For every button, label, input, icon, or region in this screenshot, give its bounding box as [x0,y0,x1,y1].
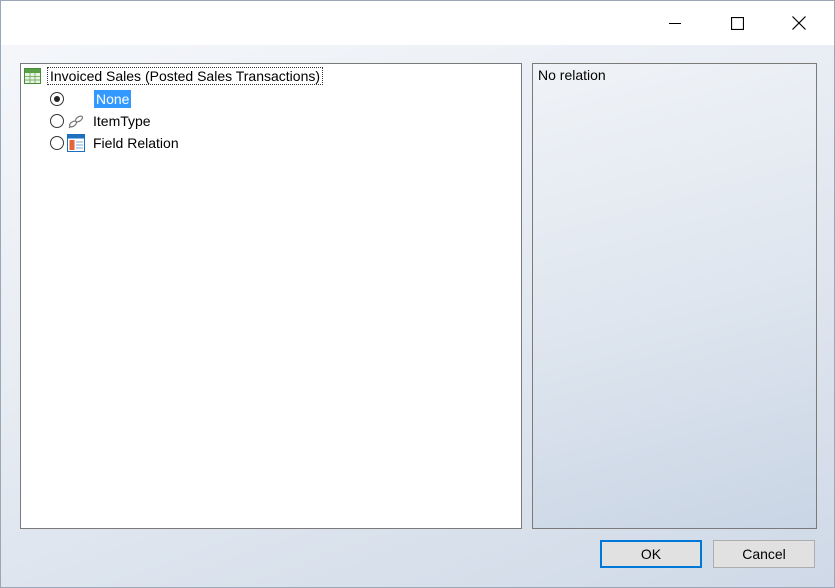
tree-item-itemtype[interactable]: ItemType [50,111,153,131]
link-icon [68,115,84,129]
relation-info-text: No relation [538,67,606,83]
tree-root-node[interactable]: Invoiced Sales (Posted Sales Transaction… [21,67,324,85]
table-icon [24,68,41,84]
radio-field-relation[interactable] [50,136,64,150]
cancel-button[interactable]: Cancel [713,540,815,568]
tree-item-field-relation[interactable]: Field Relation [50,133,181,153]
tree-item-label: None [94,90,132,108]
maximize-icon [730,16,744,30]
tree-item-none[interactable]: None [50,89,132,109]
tree-item-label: ItemType [93,113,151,129]
tree-root-label: Invoiced Sales (Posted Sales Transaction… [47,67,324,85]
field-relation-icon [67,134,85,152]
minimize-icon [669,23,681,24]
radio-none[interactable] [50,92,64,106]
radio-itemtype[interactable] [50,114,64,128]
tree-item-label: Field Relation [93,135,179,151]
relation-info-panel: No relation [532,63,817,529]
ok-button[interactable]: OK [600,540,702,568]
relation-tree[interactable]: Invoiced Sales (Posted Sales Transaction… [20,63,522,529]
relation-dialog: Invoiced Sales (Posted Sales Transaction… [0,0,835,588]
title-bar [1,1,834,45]
maximize-button[interactable] [707,1,767,45]
close-button[interactable] [769,1,829,45]
minimize-button[interactable] [645,1,705,45]
close-icon [792,16,806,30]
